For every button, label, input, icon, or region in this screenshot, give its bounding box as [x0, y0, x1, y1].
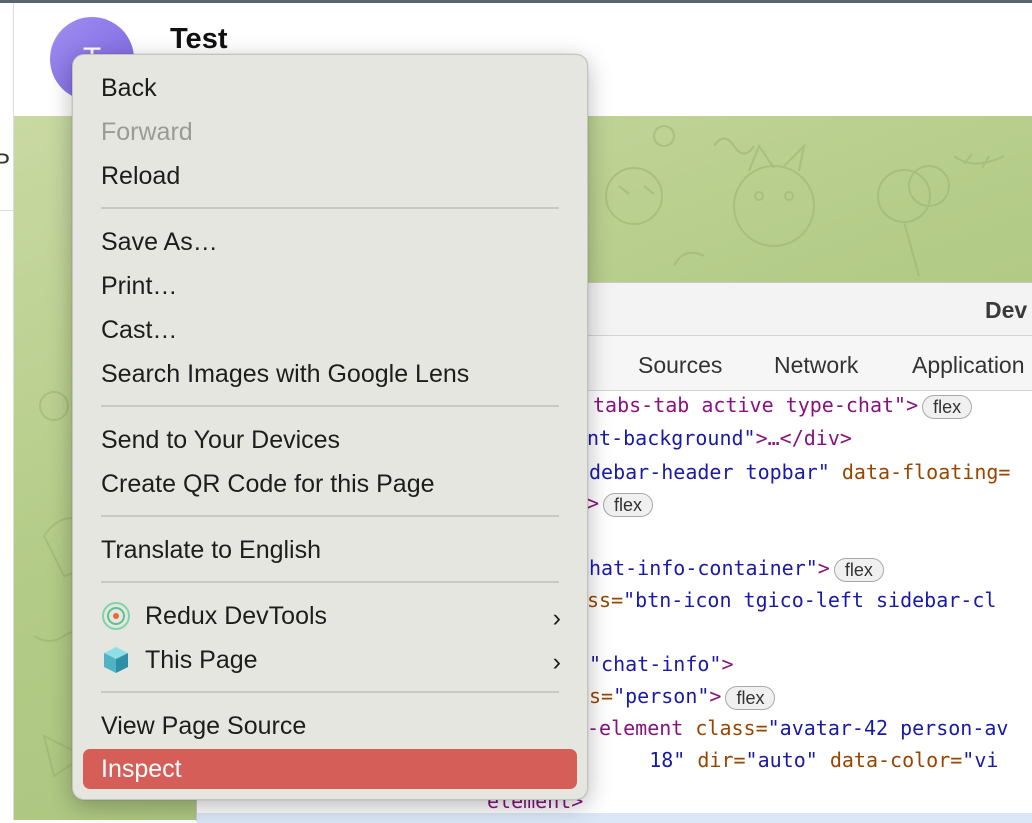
- menu-item-save-as[interactable]: Save As…: [83, 222, 577, 262]
- chevron-right-icon: ›: [552, 648, 561, 676]
- menu-item-label: Send to Your Devices: [101, 426, 341, 454]
- tab-application[interactable]: Application: [912, 352, 1025, 379]
- menu-item-print[interactable]: Print…: [83, 266, 577, 306]
- code-token: "person": [613, 684, 710, 708]
- menu-item-reload[interactable]: Reload: [83, 156, 577, 196]
- cube-icon: [104, 647, 128, 673]
- menu-item-this-page[interactable]: This Page ›: [83, 640, 577, 680]
- flex-badge[interactable]: flex: [725, 685, 776, 710]
- code-token: hat-info-container": [589, 556, 818, 580]
- code-token: "vi: [962, 748, 999, 772]
- context-menu: Back Forward Reload Save As… Print… Cast…: [72, 54, 588, 800]
- menu-item-google-lens[interactable]: Search Images with Google Lens: [83, 354, 577, 394]
- code-token: -element: [587, 716, 696, 740]
- code-line[interactable]: "chat-info">: [589, 650, 734, 678]
- menu-item-label: This Page: [145, 646, 258, 674]
- code-line[interactable]: ss="btn-icon tgico-left sidebar-cl: [587, 586, 996, 614]
- code-token: "chat-info": [589, 652, 722, 676]
- menu-item-qr-code[interactable]: Create QR Code for this Page: [83, 464, 577, 504]
- menu-item-translate[interactable]: Translate to English: [83, 530, 577, 570]
- redux-devtools-icon: [102, 602, 130, 630]
- devtools-title: Dev: [985, 297, 1028, 323]
- flex-badge[interactable]: flex: [833, 557, 884, 582]
- menu-separator: [101, 405, 559, 407]
- code-line[interactable]: > flex: [587, 489, 654, 517]
- chat-list-divider: [0, 210, 13, 211]
- menu-item-label: Translate to English: [101, 536, 322, 564]
- flex-badge[interactable]: flex: [603, 492, 654, 517]
- code-line[interactable]: tabs-tab active type-chat"> flex: [593, 391, 973, 419]
- code-token: "avatar-42 person-av: [767, 716, 1009, 740]
- code-token: >: [587, 491, 600, 515]
- menu-item-label: Inspect: [101, 755, 182, 783]
- menu-item-cast[interactable]: Cast…: [83, 310, 577, 350]
- menu-item-label: Save As…: [101, 228, 218, 256]
- code-token: dir=: [697, 748, 746, 772]
- menu-separator: [101, 581, 559, 583]
- menu-separator: [101, 691, 559, 693]
- menu-item-redux-devtools[interactable]: Redux DevTools ›: [83, 596, 577, 636]
- code-token: tabs-tab active type-chat">: [593, 393, 919, 417]
- code-line[interactable]: 18" dir="auto" data-color="vi: [589, 746, 998, 774]
- menu-item-forward: Forward: [83, 112, 577, 152]
- code-token: class=: [695, 716, 768, 740]
- chat-list-pane: P: [0, 3, 14, 820]
- menu-item-back[interactable]: Back: [83, 68, 577, 108]
- code-token: >: [721, 652, 734, 676]
- code-token: data-floating=: [841, 460, 1011, 484]
- menu-item-inspect[interactable]: Inspect: [83, 749, 577, 789]
- code-token: >: [709, 684, 722, 708]
- code-token: >…</div>: [755, 426, 852, 450]
- tab-sources[interactable]: Sources: [638, 352, 722, 379]
- code-token: ss=: [587, 588, 624, 612]
- code-token: "btn-icon tgico-left sidebar-cl: [623, 588, 997, 612]
- code-token: s=: [589, 684, 614, 708]
- code-line[interactable]: s="person"> flex: [589, 682, 776, 710]
- menu-item-label: Cast…: [101, 316, 178, 344]
- code-line[interactable]: hat-info-container"> flex: [589, 554, 884, 582]
- menu-separator: [101, 207, 559, 209]
- code-line[interactable]: nt-background">…</div>: [587, 424, 852, 452]
- code-token: >: [817, 556, 830, 580]
- code-token: nt-background": [587, 426, 756, 450]
- menu-item-label: Reload: [101, 162, 181, 190]
- menu-item-label: Print…: [101, 272, 178, 300]
- menu-item-label: Redux DevTools: [145, 602, 328, 630]
- menu-item-send-to-devices[interactable]: Send to Your Devices: [83, 420, 577, 460]
- selected-node-row[interactable]: [197, 813, 1032, 823]
- chat-title[interactable]: Test: [170, 23, 227, 56]
- code-line[interactable]: debar-header topbar" data-floating=: [589, 458, 1010, 486]
- code-line[interactable]: -element class="avatar-42 person-av: [587, 714, 1008, 742]
- flex-badge[interactable]: flex: [922, 394, 973, 419]
- menu-item-label: View Page Source: [101, 712, 307, 740]
- chevron-right-icon: ›: [552, 604, 561, 632]
- code-token: debar-header topbar": [589, 460, 842, 484]
- menu-item-view-source[interactable]: View Page Source: [83, 706, 577, 746]
- code-token: 18": [589, 748, 698, 772]
- menu-item-label: Forward: [101, 118, 193, 146]
- code-token: data-color=: [829, 748, 963, 772]
- menu-item-label: Back: [101, 74, 157, 102]
- tab-network[interactable]: Network: [774, 352, 858, 379]
- menu-separator: [101, 515, 559, 517]
- menu-item-label: Create QR Code for this Page: [101, 470, 435, 498]
- chat-list-partial-text: P: [0, 149, 11, 176]
- menu-item-label: Search Images with Google Lens: [101, 360, 470, 388]
- code-token: "auto": [745, 748, 830, 772]
